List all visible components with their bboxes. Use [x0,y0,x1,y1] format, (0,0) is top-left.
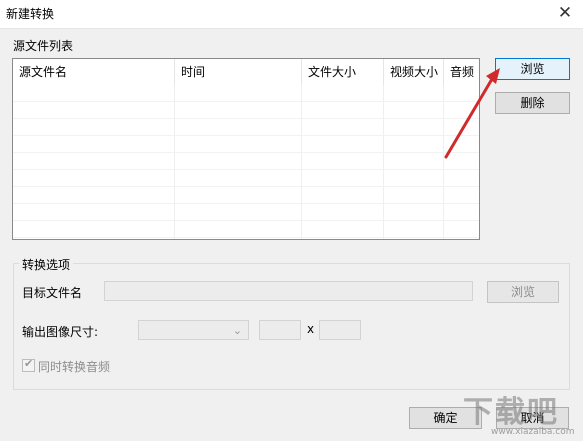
browse-target-button[interactable]: 浏览 [487,281,559,303]
sync-audio-label: 同时转换音频 [38,360,111,374]
target-filename-label: 目标文件名 [22,286,83,300]
watermark-text: 下载吧 [463,395,559,430]
checkmark-icon: ✔ [24,357,34,370]
sync-audio-checkbox[interactable]: ✔ [22,357,35,372]
output-size-select[interactable]: ⌄ [138,320,249,340]
size-separator: x [307,322,315,336]
chevron-down-icon: ⌄ [232,324,242,337]
watermark-url: www.xiazaiba.com [491,427,575,437]
output-width-input[interactable] [259,320,301,340]
target-filename-input[interactable] [104,281,473,301]
output-height-input[interactable] [319,320,361,340]
options-group-title: 转换选项 [19,256,74,273]
output-size-label: 输出图像尺寸: [22,325,99,339]
watermark-logo: 下载吧 www.xiazaiba.com [455,385,583,441]
